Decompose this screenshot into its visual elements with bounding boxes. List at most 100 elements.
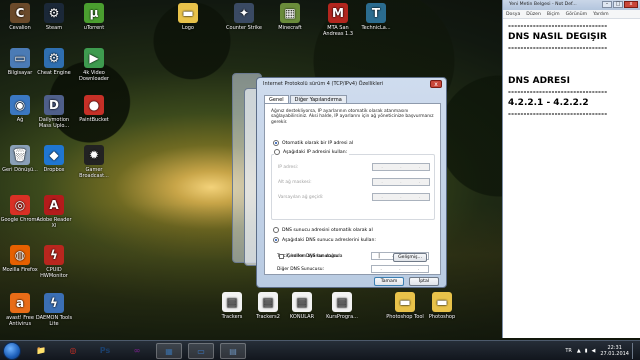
desktop-shortcut[interactable]: ϟ CPUID HWMonitor — [34, 245, 74, 279]
desktop-shortcut[interactable]: ▬ Photoshop Tool — [385, 292, 425, 320]
desktop-shortcut-label: Geri Dönüşü... — [2, 167, 38, 173]
desktop-shortcut-label: 4k Video Downloader — [79, 70, 109, 82]
alternate-dns-label: Diğer DNS Sunucusu: — [277, 266, 325, 272]
minecraft-icon: ▦ — [280, 3, 300, 23]
language-indicator[interactable]: TR — [565, 348, 572, 354]
document-icon: ▤ — [258, 292, 278, 312]
volume-icon[interactable]: ◀ — [592, 348, 596, 354]
taskbar-user-folder-icon[interactable]: ▦ — [156, 343, 182, 359]
desktop-shortcut[interactable]: ▦ Minecraft — [270, 3, 310, 31]
close-icon[interactable]: x — [624, 1, 638, 8]
avast-icon: a — [10, 293, 30, 313]
maximize-icon[interactable]: □ — [613, 1, 623, 8]
desktop-shortcut-label: Mozilla Firefox — [2, 267, 38, 273]
ip-address-input[interactable]: ... — [372, 163, 430, 171]
notepad-menu-item[interactable]: Dosya — [506, 10, 520, 18]
taskbar-photoshop-icon[interactable]: Ps — [92, 343, 118, 359]
radio-dns-manual[interactable]: Aşağıdaki DNS sunucu adreslerini kullan: — [273, 237, 376, 243]
notepad-line — [508, 65, 635, 76]
desktop-shortcut[interactable]: ϟ DAEMON Tools Lite — [34, 293, 74, 327]
taskbar-chrome-icon[interactable]: ◎ — [60, 343, 86, 359]
desktop-shortcut[interactable]: ● PaintBucket — [74, 95, 114, 123]
radio-unselected-icon — [273, 227, 279, 233]
radio-ip-auto[interactable]: Otomatik olarak bir IP adresi al — [273, 140, 353, 146]
desktop-shortcut[interactable]: T TechnicLa... — [356, 3, 396, 31]
validate-checkbox[interactable]: Çıkarken ayarları doğrula — [279, 254, 342, 259]
cheat-engine-icon: ⚙ — [44, 48, 64, 68]
radio-dns-auto[interactable]: DNS sunucu adresini otomatik olarak al — [273, 227, 373, 233]
general-panel: Ağınız destekliyorsa, IP ayarlarının oto… — [264, 103, 441, 275]
radio-unselected-icon — [274, 149, 280, 155]
dialog-description: Ağınız destekliyorsa, IP ayarlarının oto… — [271, 109, 434, 125]
desktop-shortcut[interactable]: ⚙ Cheat Engine — [34, 48, 74, 76]
desktop-shortcut[interactable]: D Dailymotion Mass Uplo... — [34, 95, 74, 129]
desktop-shortcut[interactable]: M MTA San Andreas 1.3 — [318, 3, 358, 37]
desktop-shortcut-label: avast! Free Antivirus — [6, 315, 34, 327]
folder-icon: ▬ — [178, 3, 198, 23]
alternate-dns-field: Diğer DNS Sunucusu: ... — [277, 265, 429, 273]
notepad-menu-item[interactable]: Düzen — [526, 10, 541, 18]
taskbar-notepad-icon[interactable]: ▤ — [220, 343, 246, 359]
desktop-shortcut-label: Trackers — [221, 314, 243, 320]
desktop-shortcut[interactable]: ▤ KursProgra... — [322, 292, 362, 320]
show-desktop-button[interactable] — [632, 343, 637, 359]
radio-ip-manual-label: Aşağıdaki IP adresini kullan: — [283, 149, 348, 155]
desktop-shortcut-label: Bilgisayar — [7, 70, 33, 76]
desktop-shortcut-label: Photoshop — [428, 314, 456, 320]
desktop-shortcut[interactable]: ⚙ Steam — [34, 3, 74, 31]
dialog-title: Internet Protokolü sürüm 4 (TCP/IPv4) Öz… — [263, 81, 384, 87]
desktop-shortcut-label: KursProgra... — [326, 314, 358, 320]
taskbar-visual-studio-icon[interactable]: ∞ — [124, 343, 150, 359]
tray-arrow-icon[interactable]: ▲ — [577, 348, 581, 354]
ok-button[interactable]: Tamam — [374, 277, 404, 286]
notepad-text-area[interactable]: -------------------------------- DNS NASI… — [503, 19, 640, 122]
notepad-menu-item[interactable]: Yardım — [593, 10, 608, 18]
ip-address-field: IP adresi: ... — [278, 163, 430, 171]
close-icon[interactable]: x — [430, 80, 442, 88]
desktop-shortcut[interactable]: ▬ Logo — [168, 3, 208, 31]
desktop-shortcut[interactable]: ▬ Photoshop — [422, 292, 462, 320]
desktop-shortcut[interactable]: ▤ KONULAR — [282, 292, 322, 320]
desktop-shortcut[interactable]: ✦ Counter Strike — [224, 3, 264, 31]
taskbar-explorer-icon[interactable]: 📁 — [28, 343, 54, 359]
game-icon: C — [10, 3, 30, 23]
advanced-button[interactable]: Gelişmiş... — [393, 253, 427, 262]
notepad-menu-item[interactable]: Biçim — [547, 10, 560, 18]
notepad-menubar: Dosya Düzen Biçim Görünüm Yardım — [503, 10, 640, 19]
desktop-shortcut-label: Steam — [45, 25, 63, 31]
notepad-line: DNS NASIL DEĞİŞİR — [508, 32, 607, 42]
desktop-shortcut[interactable]: ✹ Gamer Broadcast... — [74, 145, 114, 179]
window-controls: – □ x — [601, 1, 638, 8]
steam-icon: ⚙ — [44, 3, 64, 23]
taskbar-network-window-icon[interactable]: ▭ — [188, 343, 214, 359]
validate-label: Çıkarken ayarları doğrula — [287, 254, 343, 259]
desktop-shortcut-label: Adobe Reader XI — [36, 217, 72, 229]
desktop-shortcut-label: Dropbox — [43, 167, 65, 173]
desktop-shortcut[interactable]: µ uTorrent — [74, 3, 114, 31]
desktop-shortcut-label: DAEMON Tools Lite — [35, 315, 73, 327]
start-button[interactable] — [3, 342, 21, 360]
desktop-shortcut-label: KONULAR — [289, 314, 315, 320]
notepad-titlebar[interactable]: Yeni Metin Belgesi - Not Def... – □ x — [503, 0, 640, 10]
notepad-menu-item[interactable]: Görünüm — [566, 10, 587, 18]
cancel-button[interactable]: İptal — [409, 277, 439, 286]
subnet-mask-input[interactable]: ... — [372, 178, 430, 186]
desktop-shortcut[interactable]: ◆ Dropbox — [34, 145, 74, 173]
desktop-shortcut-label: Gamer Broadcast... — [79, 167, 109, 179]
folder-icon: ▬ — [395, 292, 415, 312]
desktop-shortcut[interactable]: ▤ Trackers — [212, 292, 252, 320]
ip-settings-group: Aşağıdaki IP adresini kullan: IP adresi:… — [271, 149, 435, 220]
checkbox-icon — [279, 254, 284, 259]
recycle-bin-icon: 🗑 — [10, 145, 30, 165]
minimize-icon[interactable]: – — [602, 1, 612, 8]
network-status-icon[interactable]: ▮ — [585, 348, 588, 354]
daemon-tools-icon: ϟ — [44, 293, 64, 313]
alternate-dns-input[interactable]: ... — [371, 265, 429, 273]
desktop-shortcut[interactable]: ▶ 4k Video Downloader — [74, 48, 114, 82]
desktop-shortcut[interactable]: A Adobe Reader XI — [34, 195, 74, 229]
radio-ip-manual[interactable]: Aşağıdaki IP adresini kullan: — [274, 149, 350, 155]
gateway-input[interactable]: ... — [372, 193, 430, 201]
clock[interactable]: 22:31 27.01.2014 — [600, 345, 629, 357]
radio-ip-auto-label: Otomatik olarak bir IP adresi al — [282, 140, 354, 146]
radio-dns-auto-label: DNS sunucu adresini otomatik olarak al — [282, 227, 373, 233]
